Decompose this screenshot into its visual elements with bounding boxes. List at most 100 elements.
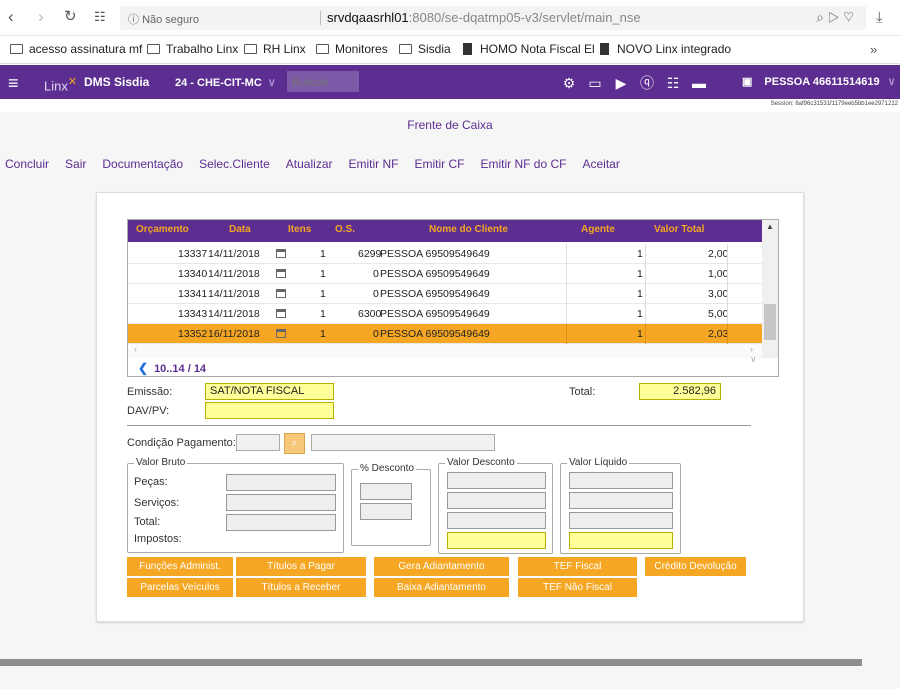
bookmark-item[interactable]: NOVO Linx integrado <box>600 42 731 56</box>
scroll-right-icon[interactable]: › ∨ <box>750 344 762 365</box>
concluir-button[interactable]: Concluir <box>5 157 49 171</box>
main-panel: Orçamento Data Itens O.S. Nome do Client… <box>96 192 804 622</box>
scroll-up-icon[interactable]: ▲ <box>766 222 774 231</box>
scrollbar-thumb[interactable] <box>764 304 776 340</box>
pecas-field[interactable] <box>226 474 336 491</box>
column-header[interactable]: Data <box>229 224 251 235</box>
calendar-icon[interactable] <box>276 309 286 321</box>
gera-adiantamento-button[interactable]: Gera Adiantamento <box>374 557 509 576</box>
url-field[interactable]: ⓘ Não seguro srvdqaasrhl01:8080/se-dqatm… <box>120 6 866 30</box>
pct-desconto-servicos-field[interactable] <box>360 503 412 520</box>
horizontal-page-scrollbar[interactable] <box>0 659 862 666</box>
pct-desconto-group: % Desconto <box>351 463 431 546</box>
baixa-adiantamento-button[interactable]: Baixa Adiantamento <box>374 578 509 597</box>
divider <box>127 425 751 426</box>
pager: ❮ 10..14 / 14 <box>138 361 207 375</box>
calendar-icon[interactable] <box>276 249 286 261</box>
atualizar-button[interactable]: Atualizar <box>286 157 333 171</box>
selec-cliente-button[interactable]: Selec.Cliente <box>199 157 270 171</box>
bookmark-item[interactable]: RH Linx <box>244 42 306 56</box>
valor-liquido-pecas-field[interactable] <box>569 472 673 489</box>
bookmarks-more-icon[interactable]: » <box>870 42 877 57</box>
vertical-scrollbar[interactable]: ▲ <box>762 220 778 358</box>
column-header[interactable]: Orçamento <box>136 224 189 235</box>
calendar-icon[interactable] <box>276 329 286 341</box>
calendar-icon[interactable] <box>276 289 286 301</box>
column-header[interactable]: Valor Total <box>654 224 704 235</box>
emitir-nf-do-cf-button[interactable]: Emitir NF do CF <box>480 157 566 171</box>
dav-field[interactable] <box>205 402 334 419</box>
valor-desconto-pecas-field[interactable] <box>447 472 546 489</box>
tef-fiscal-button[interactable]: TEF Fiscal <box>518 557 637 576</box>
column-header[interactable]: O.S. <box>335 224 355 235</box>
branch-selector[interactable]: 24 - CHE-CIT-MC ∨ <box>175 76 276 89</box>
pct-desconto-pecas-field[interactable] <box>360 483 412 500</box>
search-icon[interactable]: ⌕ <box>284 433 305 454</box>
calendar-icon[interactable] <box>276 269 286 281</box>
toolbar: Concluir Sair Documentação Selec.Cliente Atu… <box>5 157 636 171</box>
settings-icon[interactable]: ⚙ <box>556 75 582 92</box>
valor-desconto-highlight-field[interactable] <box>447 532 546 549</box>
table-row[interactable]: 13337 14/11/2018 1 6299 PESSOA 695095496… <box>128 244 762 264</box>
funcoes-administ-button[interactable]: Funções Administ. <box>127 557 233 576</box>
linx-logo: Linx✕ <box>44 76 78 94</box>
bookmark-item[interactable]: acesso assinatura mf <box>10 42 142 56</box>
condicao-descricao-field[interactable] <box>311 434 495 451</box>
orcamentos-grid: Orçamento Data Itens O.S. Nome do Client… <box>127 219 779 377</box>
download-icon[interactable]: ⤓ <box>876 9 883 26</box>
help-icon[interactable]: ⓠ <box>634 73 660 93</box>
column-header[interactable]: Agente <box>581 224 615 235</box>
tef-nao-fiscal-button[interactable]: TEF Não Fiscal <box>518 578 637 597</box>
total-field[interactable]: 2.582,96 <box>639 383 721 400</box>
condicao-pagamento-label: Condição Pagamento: <box>127 437 236 449</box>
header-icons: ⚙ ▭ ▶ ⓠ ☷ ▬ <box>556 73 712 93</box>
search-input[interactable] <box>287 71 359 92</box>
parcelas-veiculos-button[interactable]: Parcelas Veículos <box>127 578 233 597</box>
valor-liquido-servicos-field[interactable] <box>569 492 673 509</box>
valor-liquido-total-field[interactable] <box>569 512 673 529</box>
chat-icon[interactable]: ▬ <box>686 75 712 91</box>
back-icon[interactable]: ‹ <box>8 8 14 26</box>
valor-bruto-group: Valor Bruto Peças: Serviços: Total: Impo… <box>127 457 344 553</box>
aceitar-button[interactable]: Aceitar <box>583 157 620 171</box>
emitir-nf-button[interactable]: Emitir NF <box>348 157 398 171</box>
forward-icon[interactable]: › <box>38 8 44 26</box>
valor-liquido-highlight-field[interactable] <box>569 532 673 549</box>
reload-icon[interactable]: ↻ <box>64 8 77 26</box>
credito-devolucao-button[interactable]: Crédito Devolução <box>645 557 746 576</box>
scroll-left-icon[interactable]: ‹ <box>134 344 137 354</box>
servicos-field[interactable] <box>226 494 336 511</box>
user-menu[interactable]: ▣ PESSOA 46611514619 ∨ <box>742 75 896 88</box>
condicao-codigo-field[interactable] <box>236 434 280 451</box>
emitir-cf-button[interactable]: Emitir CF <box>414 157 464 171</box>
documentacao-button[interactable]: Documentação <box>102 157 183 171</box>
bookmarks-bar: acesso assinatura mf Trabalho Linx RH Li… <box>0 36 900 64</box>
apps-grid-icon[interactable]: ☷ <box>94 8 106 26</box>
table-row[interactable]: 13340 14/11/2018 1 0 PESSOA 69509549649 … <box>128 264 762 284</box>
column-header[interactable]: Nome do Cliente <box>429 224 508 235</box>
bookmark-item[interactable]: Monitores <box>316 42 388 56</box>
bookmark-item[interactable]: HOMO Nota Fiscal El <box>463 42 595 56</box>
menu-icon[interactable]: ≡ <box>8 73 19 94</box>
monitor-icon[interactable]: ▭ <box>582 75 608 92</box>
valor-desconto-total-field[interactable] <box>447 512 546 529</box>
valor-desconto-servicos-field[interactable] <box>447 492 546 509</box>
titulos-a-pagar-button[interactable]: Títulos a Pagar <box>236 557 366 576</box>
bookmark-item[interactable]: Trabalho Linx <box>147 42 238 56</box>
sair-button[interactable]: Sair <box>65 157 86 171</box>
horizontal-scrollbar[interactable]: ‹ › ∨ <box>128 344 762 364</box>
table-row-selected[interactable]: 13352 16/11/2018 1 0 PESSOA 69509549649 … <box>128 324 762 344</box>
total-bruto-field[interactable] <box>226 514 336 531</box>
camera-icon: ▣ <box>742 76 753 88</box>
emissao-field[interactable]: SAT/NOTA FISCAL <box>205 383 334 400</box>
url-text: srvdqaasrhl01:8080/se-dqatmp05-v3/servle… <box>327 10 641 25</box>
url-action-icons[interactable]: ⌕▷♡ <box>816 9 858 26</box>
titulos-a-receber-button[interactable]: Títulos a Receber <box>236 578 366 597</box>
previous-page-icon[interactable]: ❮ <box>138 361 148 375</box>
play-icon[interactable]: ▶ <box>608 75 634 92</box>
column-header[interactable]: Itens <box>288 224 311 235</box>
table-row[interactable]: 13343 14/11/2018 1 6300 PESSOA 695095496… <box>128 304 762 324</box>
bookmark-item[interactable]: Sisdia <box>399 42 451 56</box>
sitemap-icon[interactable]: ☷ <box>660 75 686 92</box>
table-row[interactable]: 13341 14/11/2018 1 0 PESSOA 69509549649 … <box>128 284 762 304</box>
